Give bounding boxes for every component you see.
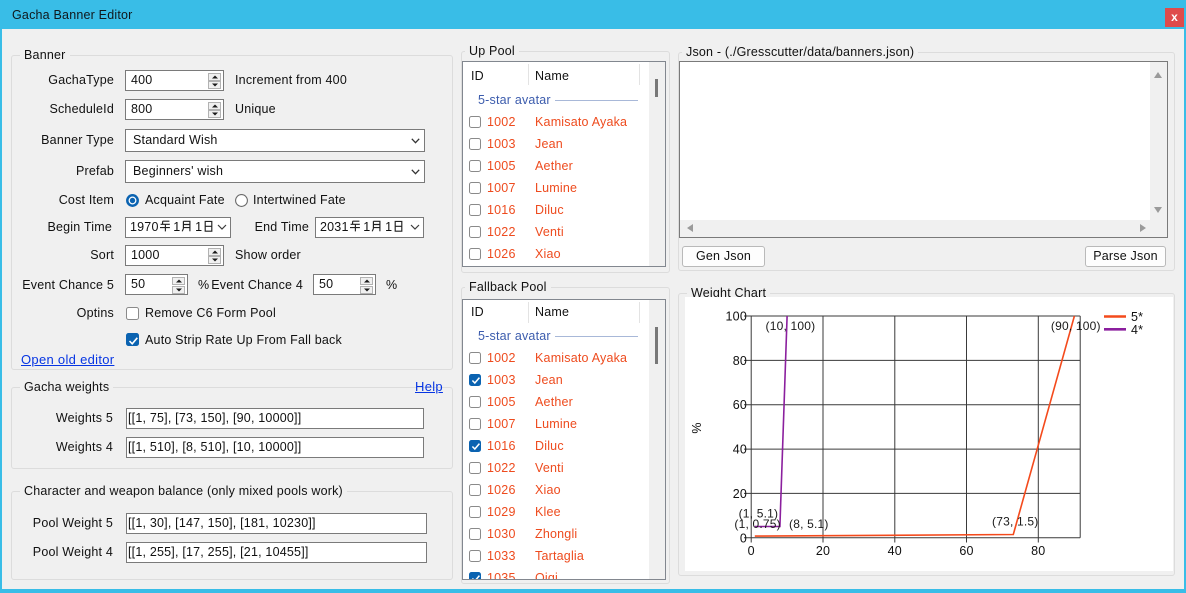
svg-text:100: 100 bbox=[726, 310, 747, 324]
svg-text:0: 0 bbox=[748, 544, 755, 558]
svg-text:4*: 4* bbox=[1131, 323, 1143, 337]
svg-text:20: 20 bbox=[816, 544, 830, 558]
svg-text:40: 40 bbox=[733, 443, 747, 457]
svg-text:(8, 5.1): (8, 5.1) bbox=[789, 517, 829, 531]
svg-text:60: 60 bbox=[959, 544, 973, 558]
svg-text:80: 80 bbox=[733, 354, 747, 368]
svg-text:20: 20 bbox=[733, 487, 747, 501]
svg-text:0: 0 bbox=[740, 531, 747, 545]
svg-text:60: 60 bbox=[733, 398, 747, 412]
svg-text:(1, 0.75): (1, 0.75) bbox=[734, 517, 781, 531]
svg-text:40: 40 bbox=[888, 544, 902, 558]
svg-text:(73, 1.5): (73, 1.5) bbox=[992, 515, 1039, 529]
svg-text:(90, 100): (90, 100) bbox=[1051, 319, 1101, 333]
svg-text:(10, 100): (10, 100) bbox=[766, 319, 816, 333]
svg-text:80: 80 bbox=[1031, 544, 1045, 558]
svg-text:%: % bbox=[690, 422, 704, 433]
